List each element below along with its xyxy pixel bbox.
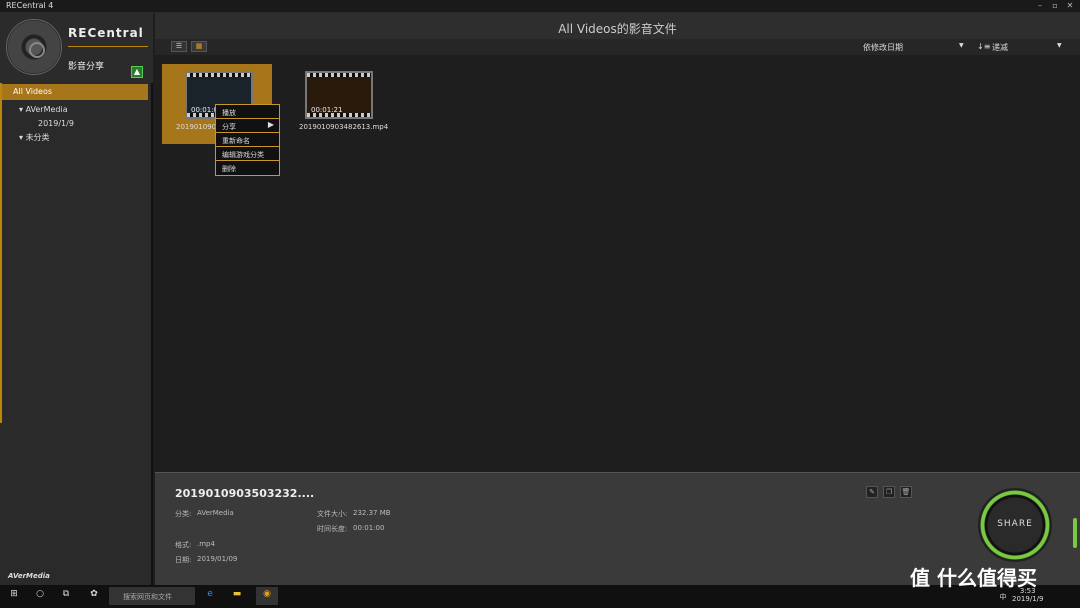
menu-item-delete[interactable]: 删除: [216, 161, 279, 175]
video-thumbnail[interactable]: 00:01:21: [305, 71, 373, 119]
tree-node-label: AVerMedia: [25, 105, 68, 114]
format-label: 格式:: [175, 541, 192, 549]
sort-field-select[interactable]: 依修改日期: [863, 42, 903, 53]
length-value: 00:01:00: [353, 524, 385, 532]
view-toolbar: ☰ ▦ 依修改日期 ▼ ↓≡ 递减 ▼: [155, 39, 1080, 55]
menu-item-edit-category[interactable]: 编辑游戏分类: [216, 147, 279, 161]
window-title: RECentral 4: [6, 1, 54, 10]
share-button[interactable]: SHARE: [978, 488, 1052, 562]
maximize-button[interactable]: ▫: [1049, 1, 1061, 10]
brand-logo: RECentral: [68, 26, 144, 40]
video-filename: 2019010903482613.mp4: [299, 123, 389, 131]
date-label: 日期:: [175, 556, 192, 564]
sort-order-select[interactable]: 递减: [992, 42, 1008, 53]
length-label: 时间长度:: [317, 525, 348, 533]
date-value: 2019/01/09: [197, 555, 238, 563]
expand-triangle-icon[interactable]: ▾: [19, 105, 23, 114]
menu-item-share[interactable]: 分享 ▶: [216, 119, 279, 133]
tree-node-label: 未分类: [25, 133, 50, 142]
close-button[interactable]: ✕: [1064, 1, 1076, 10]
tree-node-avermedia[interactable]: ▾ AVerMedia: [19, 105, 68, 114]
tree-node-uncategorized[interactable]: ▾ 未分类: [19, 132, 50, 143]
sort-order-icon[interactable]: ↓≡: [977, 42, 990, 51]
film-strip: [187, 73, 251, 77]
folder-icon[interactable]: ▬: [229, 589, 245, 599]
share-label: SHARE: [997, 519, 1033, 529]
edge-icon[interactable]: e: [202, 589, 218, 599]
list-view-button[interactable]: ☰: [171, 41, 187, 52]
copy-icon[interactable]: ❐: [883, 486, 895, 498]
expand-triangle-icon[interactable]: ▾: [19, 133, 23, 142]
app-icon[interactable]: ✿: [86, 589, 102, 599]
format-value: .mp4: [197, 540, 215, 548]
grid-view-button[interactable]: ▦: [191, 41, 207, 52]
film-strip: [307, 113, 371, 117]
disc-logo-icon[interactable]: [6, 19, 62, 75]
main-panel: All Videos的影音文件 ☰ ▦ 依修改日期 ▼ ↓≡ 递减 ▼ 00:0…: [155, 13, 1080, 472]
minimize-button[interactable]: –: [1034, 1, 1046, 10]
context-menu: 播放 分享 ▶ 重新命名 编辑游戏分类 删除: [215, 104, 280, 176]
category-value: AVerMedia: [197, 509, 234, 517]
logo-area: RECentral 影音分享 ▲: [0, 13, 153, 83]
task-view-icon[interactable]: ⧉: [58, 589, 74, 599]
volume-slider[interactable]: [1073, 518, 1077, 548]
menu-item-rename[interactable]: 重新命名: [216, 133, 279, 147]
trash-icon[interactable]: 🗑: [900, 486, 912, 498]
category-label: 分类:: [175, 510, 192, 518]
sidebar-item-all-videos[interactable]: All Videos: [2, 84, 148, 100]
chevron-down-icon[interactable]: ▼: [959, 42, 964, 49]
vendor-logo: AVerMedia: [8, 572, 50, 580]
windows-start-icon[interactable]: ⊞: [6, 589, 22, 599]
taskbar-search-input[interactable]: 搜索网页和文件: [109, 587, 195, 605]
tree-node-date[interactable]: 2019/1/9: [38, 119, 74, 128]
recentral-taskbar-icon[interactable]: ◉: [256, 587, 278, 605]
edit-icon[interactable]: ✎: [866, 486, 878, 498]
watermark: 值 什么值得买: [910, 566, 1037, 590]
size-value: 232.37 MB: [353, 509, 391, 517]
ime-indicator[interactable]: 中: [995, 592, 1011, 602]
recentral-window: RECentral 4 – ▫ ✕ RECentral 影音分享 ▲ All V…: [0, 0, 1080, 608]
title-bar: RECentral 4 – ▫ ✕: [0, 0, 1080, 13]
section-title: 影音分享: [68, 62, 105, 72]
menu-item-play[interactable]: 播放: [216, 105, 279, 119]
video-tile[interactable]: 00:01:21 2019010903482613.mp4: [297, 64, 407, 144]
size-label: 文件大小:: [317, 510, 348, 518]
upload-icon[interactable]: ▲: [131, 66, 143, 78]
submenu-arrow-icon: ▶: [267, 120, 274, 129]
accent-line: [0, 83, 2, 423]
film-strip: [307, 73, 371, 77]
cortana-icon[interactable]: ○: [32, 589, 48, 599]
brand-underline: [68, 46, 148, 47]
details-title: 2019010903503232....: [175, 487, 315, 500]
menu-item-label: 分享: [222, 123, 236, 131]
clock-date: 2019/1/9: [1012, 595, 1044, 603]
sidebar: RECentral 影音分享 ▲ All Videos ▾ AVerMedia …: [0, 13, 153, 585]
chevron-down-icon[interactable]: ▼: [1057, 42, 1062, 49]
page-title: All Videos的影音文件: [155, 13, 1080, 39]
